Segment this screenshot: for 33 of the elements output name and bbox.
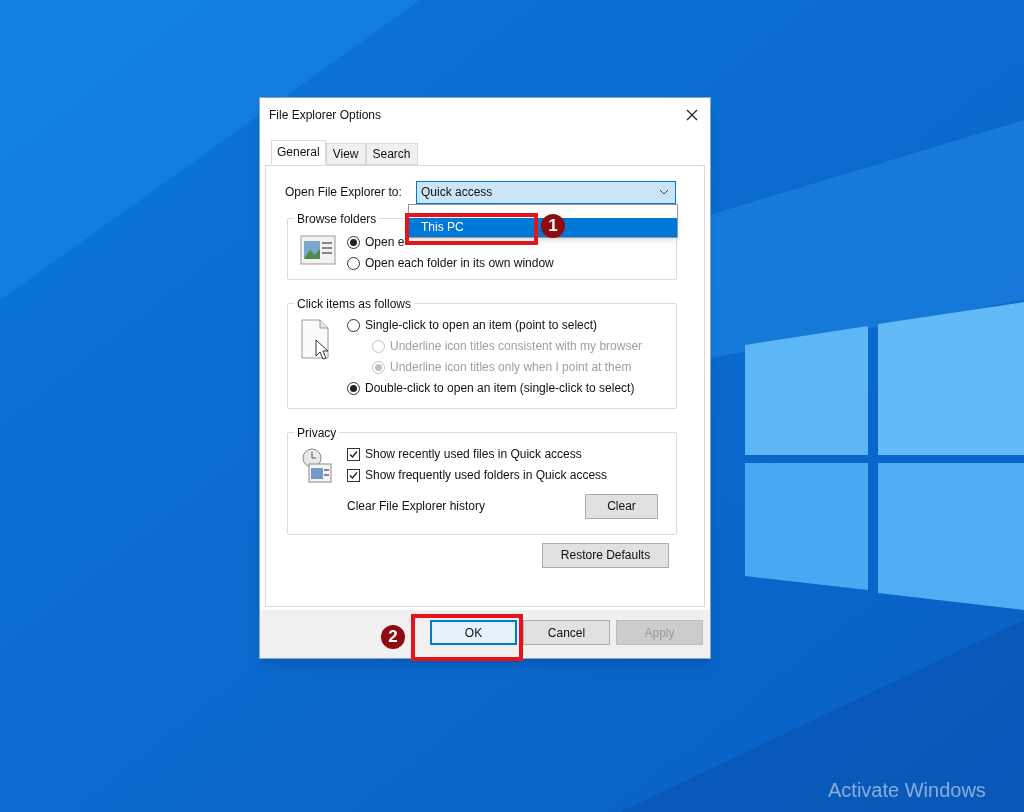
- tab[interactable]: Search: [365, 142, 418, 165]
- restore-defaults-button[interactable]: Restore Defaults: [542, 542, 669, 568]
- tab[interactable]: General: [271, 139, 326, 165]
- chevron-down-icon: [659, 189, 669, 196]
- clear-button[interactable]: Clear: [585, 493, 658, 519]
- folder-window-icon: [300, 234, 336, 265]
- radio-button[interactable]: [347, 318, 360, 332]
- option-label: Open e: [365, 234, 405, 252]
- radio-button[interactable]: [347, 256, 360, 270]
- option-label: Single-click to open an item (point to select): [365, 317, 598, 335]
- option-label: Double-click to open an item (single-click to select): [365, 380, 635, 398]
- window-title: File Explorer Options: [269, 107, 382, 125]
- field-label: Open File Explorer to:: [285, 184, 403, 202]
- option-label: Underline icon titles only when I point at them: [390, 359, 632, 377]
- dropdown-field[interactable]: Quick access: [416, 180, 676, 204]
- dialog-button[interactable]: Cancel: [523, 620, 610, 646]
- tab[interactable]: View: [325, 142, 366, 165]
- option-label: Show frequently used folders in Quick access: [365, 467, 608, 485]
- option-label: Show recently used files in Quick access: [365, 446, 582, 464]
- document-cursor-icon: [300, 317, 332, 362]
- group-title: Browse folders: [296, 210, 378, 228]
- activation-notice: Activate Windows: [828, 778, 986, 803]
- group-title: Click items as follows: [296, 295, 413, 313]
- dialog-button[interactable]: OK: [430, 620, 517, 646]
- option-label: Underline icon titles consistent with my browser: [390, 338, 643, 356]
- checkbox[interactable]: [347, 468, 360, 482]
- close-icon[interactable]: [686, 109, 698, 122]
- group-title: Privacy: [296, 424, 338, 442]
- option-label: Open each folder in its own window: [365, 255, 554, 273]
- radio-button[interactable]: [347, 381, 360, 395]
- checkbox[interactable]: [347, 447, 360, 461]
- radio-button[interactable]: [347, 235, 360, 249]
- history-label: Clear File Explorer history: [347, 498, 486, 516]
